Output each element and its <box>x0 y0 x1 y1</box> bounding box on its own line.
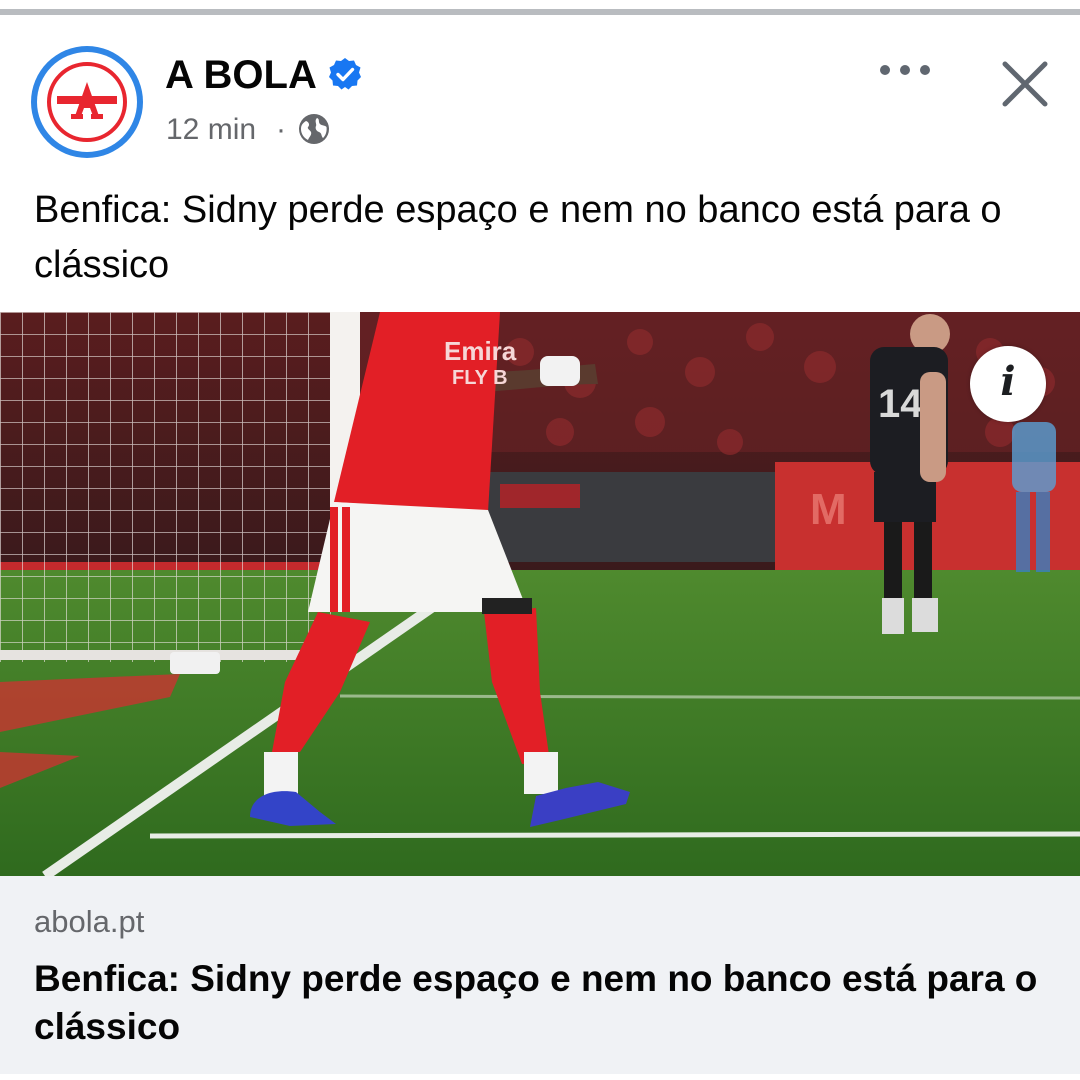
ad-info-button[interactable]: i <box>970 346 1046 422</box>
post-header: A BOLA 12 min · <box>0 15 1080 180</box>
article-image[interactable]: M 14 Emira FLY B <box>0 312 1080 876</box>
post-timestamp[interactable]: 12 min <box>166 113 256 147</box>
ad-board-text: M <box>810 485 847 534</box>
page-avatar[interactable] <box>31 46 143 158</box>
jersey-sponsor-1: Emira <box>444 336 517 366</box>
info-icon: i <box>1000 358 1016 405</box>
close-icon <box>1002 61 1048 107</box>
link-preview-card[interactable]: abola.pt Benfica: Sidny perde espaço e n… <box>0 876 1080 1074</box>
more-options-button[interactable] <box>870 55 940 85</box>
more-dots-icon <box>880 65 930 75</box>
close-button[interactable] <box>996 55 1054 113</box>
link-title[interactable]: Benfica: Sidny perde espaço e nem no ban… <box>34 955 1044 1051</box>
globe-icon[interactable] <box>298 113 330 145</box>
page-name[interactable]: A BOLA <box>165 53 317 98</box>
football-photo: M 14 Emira FLY B <box>0 312 1080 876</box>
jersey-sponsor-2: FLY B <box>452 367 508 389</box>
link-domain: abola.pt <box>34 904 145 939</box>
opponent-number: 14 <box>878 382 923 426</box>
a-bola-logo-icon <box>57 82 117 119</box>
bottom-divider <box>0 1074 1080 1080</box>
post-text: Benfica: Sidny perde espaço e nem no ban… <box>34 189 1002 286</box>
verified-badge-icon <box>329 58 361 90</box>
meta-separator: · <box>276 113 286 146</box>
